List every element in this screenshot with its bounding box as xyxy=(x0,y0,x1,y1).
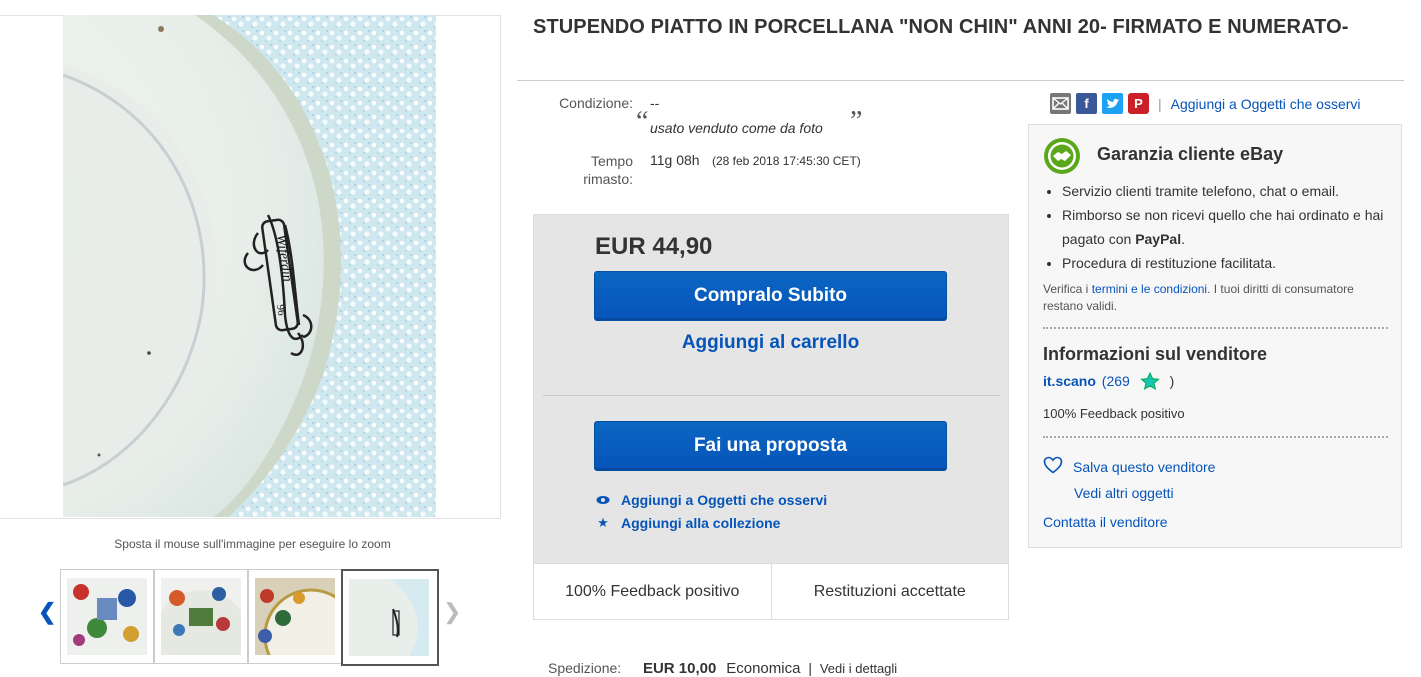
facebook-icon[interactable]: f xyxy=(1076,93,1097,114)
eye-icon xyxy=(596,494,610,508)
chevron-left-icon[interactable]: ❮ xyxy=(38,601,56,623)
shipping-method: Economica xyxy=(726,660,801,677)
seller-info-title: Informazioni sul venditore xyxy=(1043,344,1268,364)
svg-text:96: 96 xyxy=(274,304,287,317)
buy-now-button[interactable]: Compralo Subito xyxy=(594,271,947,321)
condition-label: Condizione: xyxy=(559,95,633,111)
price: EUR 44,90 xyxy=(595,233,713,260)
shipping-price: EUR 10,00 xyxy=(642,660,717,677)
end-time: (28 feb 2018 17:45:30 CET) xyxy=(712,154,861,168)
seller-row: it.scano (269 ) xyxy=(1043,371,1175,390)
thumbnail-4[interactable] xyxy=(341,569,439,666)
feedback-star-icon[interactable] xyxy=(1139,371,1160,390)
section-divider xyxy=(1043,327,1388,329)
seller-score-link[interactable]: 269 xyxy=(1106,373,1129,389)
time-left-label: Tempo rimasto: xyxy=(583,153,633,187)
contact-seller-link[interactable]: Contatta il venditore xyxy=(1043,514,1168,530)
heart-icon[interactable] xyxy=(1043,456,1063,477)
item-title: STUPENDO PIATTO IN PORCELLANA "NON CHIN"… xyxy=(533,16,1349,38)
section-divider xyxy=(1043,436,1388,438)
main-product-image[interactable]: Wiferdin 96 xyxy=(63,15,436,517)
share-row: f P | Aggiungi a Oggetti che osservi xyxy=(1050,93,1361,114)
thumbnail-1[interactable] xyxy=(60,569,154,664)
save-seller-row[interactable]: Salva questo venditore xyxy=(1043,456,1215,477)
paypal-label: PayPal xyxy=(1135,231,1182,247)
watch-item-link-top[interactable]: Aggiungi a Oggetti che osservi xyxy=(1171,96,1361,112)
open-quote-icon: “ xyxy=(636,106,649,137)
thumbnail-3[interactable] xyxy=(248,569,342,664)
terms-prefix: Verifica i xyxy=(1043,282,1089,296)
guarantee-title: Garanzia cliente eBay xyxy=(1097,144,1284,164)
terms-note: Verifica i termini e le condizioni. I tu… xyxy=(1043,281,1393,315)
shipping-row: Spedizione: EUR 10,00 Economica | Vedi i… xyxy=(548,660,897,677)
returns-badge: Restituzioni accettate xyxy=(813,583,966,600)
close-quote-icon: ” xyxy=(850,106,863,137)
guarantee-item-text: Rimborso se non ricevi quello che hai or… xyxy=(1062,207,1384,247)
save-seller-link[interactable]: Salva questo venditore xyxy=(1073,459,1215,475)
guarantee-item: Rimborso se non ricevi quello che hai or… xyxy=(1062,203,1393,251)
pinterest-icon[interactable]: P xyxy=(1128,93,1149,114)
terms-link[interactable]: termini e le condizioni xyxy=(1092,282,1207,296)
condition-note: usato venduto come da foto xyxy=(650,120,823,136)
add-to-collection-link[interactable]: Aggiungi alla collezione xyxy=(621,515,780,531)
more-items-link[interactable]: Vedi altri oggetti xyxy=(1074,485,1174,501)
email-icon[interactable] xyxy=(1050,93,1071,114)
add-to-cart-link[interactable]: Aggiungi al carrello xyxy=(594,332,947,354)
guarantee-item: Procedura di restituzione facilitata. xyxy=(1062,251,1393,275)
buy-box-footer: 100% Feedback positivo Restituzioni acce… xyxy=(533,563,1009,620)
seller-name-link[interactable]: it.scano xyxy=(1043,373,1096,389)
share-separator: | xyxy=(1158,95,1162,112)
seller-score-close: ) xyxy=(1169,373,1175,389)
chevron-right-icon[interactable]: ❯ xyxy=(443,601,461,623)
buy-box-divider xyxy=(543,395,1000,396)
watch-item-link[interactable]: Aggiungi a Oggetti che osservi xyxy=(621,492,827,508)
condition-value: -- xyxy=(650,95,660,111)
time-left-value: 11g 08h xyxy=(650,152,700,168)
guarantee-list: Servizio clienti tramite telefono, chat … xyxy=(1043,179,1393,275)
star-icon: ★ xyxy=(597,515,609,530)
twitter-icon[interactable] xyxy=(1102,93,1123,114)
make-offer-button[interactable]: Fai una proposta xyxy=(594,421,947,471)
thumbnail-2[interactable] xyxy=(154,569,248,664)
feedback-badge: 100% Feedback positivo xyxy=(534,564,772,619)
title-divider xyxy=(517,80,1404,81)
guarantee-logo-icon xyxy=(1043,137,1081,175)
zoom-hint: Sposta il mouse sull'immagine per esegui… xyxy=(114,537,391,551)
guarantee-item: Servizio clienti tramite telefono, chat … xyxy=(1062,179,1393,203)
seller-feedback: 100% Feedback positivo xyxy=(1043,406,1185,421)
